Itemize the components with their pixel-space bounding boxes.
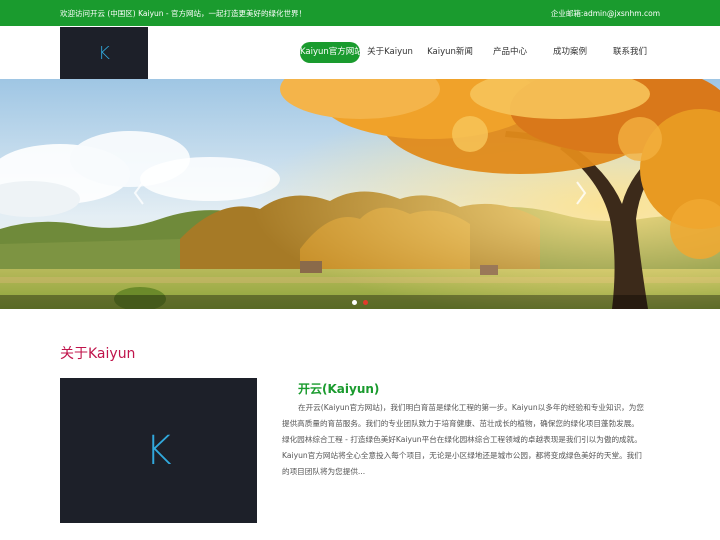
- top-bar: 欢迎访问开云 (中国区) Kaiyun - 官方网站，一起打造更美好的绿化世界！…: [0, 0, 720, 26]
- banner-next-button[interactable]: [574, 179, 588, 207]
- slide-indicator: [0, 295, 720, 309]
- nav-item-contact[interactable]: 联系我们: [606, 42, 654, 63]
- nav-item-news[interactable]: Kaiyun新闻: [426, 42, 474, 63]
- logo-letter: K: [98, 42, 110, 64]
- chevron-right-icon: [576, 181, 587, 205]
- nav-item-cases[interactable]: 成功案例: [546, 42, 594, 63]
- email-text[interactable]: 企业邮箱:admin@jxsnhm.com: [551, 8, 660, 19]
- about-body-text: 在开云(Kaiyun官方网站)，我们明白育苗是绿化工程的第一步。Kaiyun以多…: [282, 403, 644, 476]
- banner-slider[interactable]: [0, 79, 720, 309]
- slide-dot-2[interactable]: [363, 300, 368, 305]
- slide-dot-1[interactable]: [352, 300, 357, 305]
- about-image-letter: K: [145, 427, 172, 474]
- nav-item-home[interactable]: Kaiyun官方网站: [300, 42, 363, 63]
- site-logo[interactable]: K: [60, 27, 148, 79]
- nav-item-products[interactable]: 产品中心: [486, 42, 534, 63]
- nav-item-about[interactable]: 关于Kaiyun: [366, 42, 414, 63]
- banner-prev-button[interactable]: [132, 179, 146, 207]
- header: K Kaiyun官方网站 关于Kaiyun Kaiyun新闻 产品中心 成功案例…: [0, 26, 720, 79]
- about-image: K: [60, 378, 257, 523]
- welcome-text: 欢迎访问开云 (中国区) Kaiyun - 官方网站，一起打造更美好的绿化世界！: [60, 9, 307, 18]
- chevron-left-icon: [133, 181, 144, 205]
- about-section-title: 关于Kaiyun: [60, 346, 136, 362]
- about-heading[interactable]: 开云(Kaiyun): [298, 380, 379, 397]
- banner-image: [0, 79, 720, 309]
